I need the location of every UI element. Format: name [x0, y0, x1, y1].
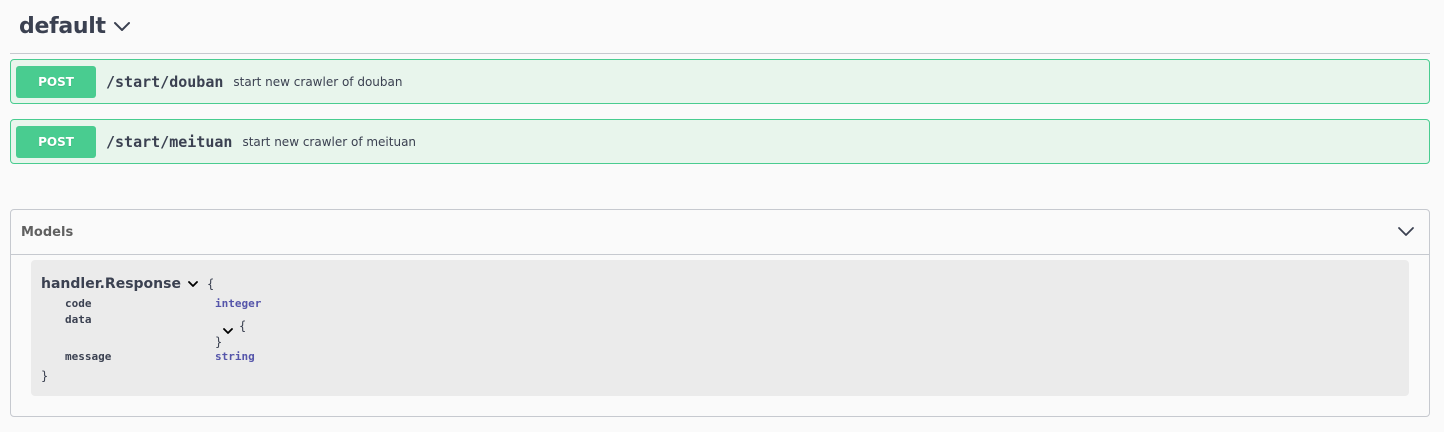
model-container-handler-response: handler.Response { code integer data { } — [31, 260, 1409, 396]
property-name-code: code — [65, 297, 92, 310]
operation-description: start new crawler of meituan — [242, 134, 417, 149]
nested-close-brace: } — [215, 335, 223, 349]
property-name-message: message — [65, 350, 112, 363]
model-title-row[interactable]: handler.Response { — [41, 276, 214, 292]
model-close-brace: } — [41, 369, 49, 383]
models-title: Models — [21, 224, 74, 240]
tag-title[interactable]: default — [19, 14, 106, 39]
model-name[interactable]: handler.Response — [41, 276, 181, 292]
chevron-down-icon[interactable] — [223, 322, 233, 340]
models-header[interactable]: Models — [11, 210, 1429, 255]
nested-open-brace: { — [239, 319, 247, 333]
property-type-code: integer — [215, 297, 262, 310]
swagger-page: default POST /start/douban start new cra… — [0, 0, 1444, 432]
chevron-down-icon[interactable] — [112, 17, 132, 37]
operation-path: /start/douban — [106, 72, 224, 91]
chevron-down-icon[interactable] — [187, 278, 199, 290]
tag-header-default[interactable]: default — [10, 0, 1430, 54]
property-name-data: data — [65, 313, 92, 326]
models-section: Models handler.Response { code integer d… — [10, 209, 1430, 417]
chevron-down-icon[interactable] — [1395, 221, 1417, 243]
model-open-brace: { — [206, 277, 215, 291]
property-type-message: string — [215, 350, 255, 363]
opblock-post-start-meituan[interactable]: POST /start/meituan start new crawler of… — [10, 119, 1430, 164]
operation-path: /start/meituan — [106, 132, 233, 151]
method-badge: POST — [16, 65, 96, 98]
operation-description: start new crawler of douban — [233, 74, 403, 89]
opblock-post-start-douban[interactable]: POST /start/douban start new crawler of … — [10, 59, 1430, 104]
method-badge: POST — [16, 125, 96, 158]
